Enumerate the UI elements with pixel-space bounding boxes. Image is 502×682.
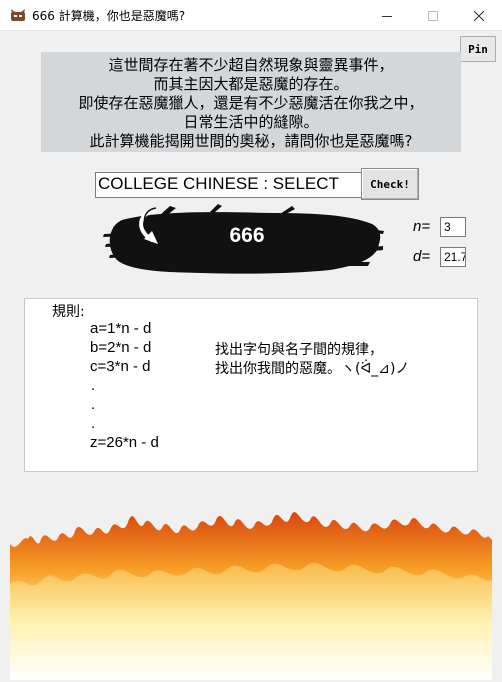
rule-formula: z=26*n - d <box>90 434 159 451</box>
rules-panel: 規則: a=1*n - d b=2*n - d c=3*n - d . . . … <box>24 298 478 472</box>
rule-formula: a=1*n - d <box>90 320 152 337</box>
rule-formula: . <box>91 396 96 413</box>
window-title: 666 計算機，你也是惡魔嗎? <box>32 9 186 23</box>
intro-line: 而其主因大都是惡魔的存在。 <box>153 75 349 93</box>
intro-line: 即使存在惡魔獵人，還是有不少惡魔活在你我之中， <box>78 94 424 112</box>
rule-hint: 找出字句與名子間的規律， <box>215 342 383 358</box>
check-button[interactable]: Check! <box>361 168 419 200</box>
result-value: 666 <box>229 224 265 247</box>
intro-line: 此計算機能揭開世間的奧秘，請問你也是惡魔嗎? <box>89 132 413 150</box>
rule-formula: . <box>91 415 96 432</box>
intro-line: 這世間存在著不少超自然現象與靈異事件， <box>108 56 394 74</box>
rule-formula: b=2*n - d <box>90 339 152 356</box>
rule-formula: c=3*n - d <box>90 358 151 375</box>
d-label: d= <box>413 248 431 265</box>
n-label: n= <box>413 218 431 235</box>
maximize-button[interactable] <box>410 0 456 31</box>
close-icon <box>474 10 484 21</box>
rule-hint: 找出你我間的惡魔。ヽ(ᐛ_⊿)ノ <box>215 361 410 377</box>
rule-formula: . <box>91 377 96 394</box>
pin-button[interactable]: Pin <box>460 36 496 62</box>
intro-text-box: 這世間存在著不少超自然現象與靈異事件， 而其主因大都是惡魔的存在。 即使存在惡魔… <box>41 52 461 152</box>
n-input[interactable]: 3 <box>440 217 466 237</box>
minimize-button[interactable] <box>364 0 410 31</box>
intro-line: 日常生活中的縫隙。 <box>183 113 319 131</box>
fire-decoration <box>10 512 492 680</box>
devil-app-icon <box>11 9 25 21</box>
d-input[interactable]: 21.7 <box>440 247 466 267</box>
query-input[interactable]: COLLEGE CHINESE : SELECT <box>95 172 361 198</box>
close-button[interactable] <box>456 0 502 31</box>
maximize-icon <box>428 10 438 21</box>
rules-heading: 規則: <box>52 304 85 320</box>
minimize-icon <box>382 15 392 17</box>
title-bar: 666 計算機，你也是惡魔嗎? <box>0 0 502 31</box>
